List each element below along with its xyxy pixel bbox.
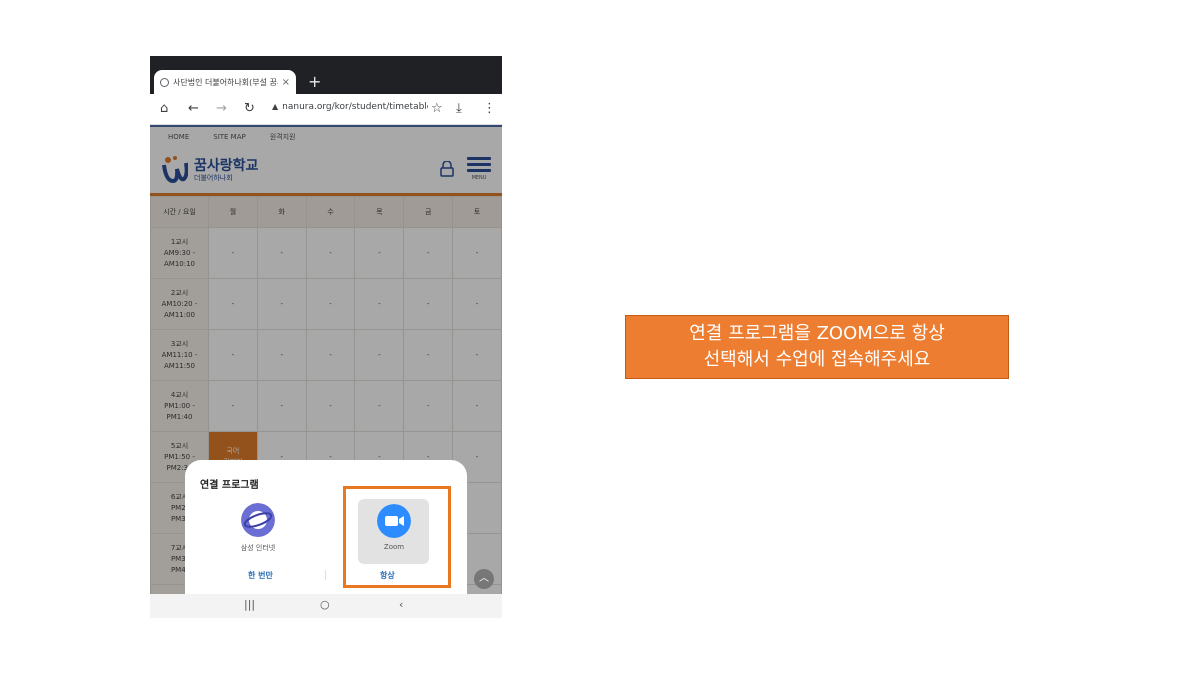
tab-title: 사단법인 더불어하나회(부설 꿈사: [173, 77, 278, 87]
back-icon[interactable]: ←: [188, 100, 199, 118]
just-once-button[interactable]: 한 번만: [248, 570, 273, 581]
android-nav-bar: ||| ○ ‹: [150, 594, 502, 618]
phone-screenshot: 사단법인 더불어하나회(부설 꿈사 × + ⌂ ← → ↻ ▲ nanura.or…: [150, 56, 502, 618]
highlight-box: [343, 486, 451, 588]
bookmark-star-icon[interactable]: ☆: [431, 100, 443, 118]
samsung-internet-label: 삼성 인터넷: [240, 544, 276, 552]
samsung-internet-icon[interactable]: [241, 503, 275, 537]
home-circle-icon[interactable]: ○: [320, 598, 330, 612]
more-menu-icon[interactable]: ⋮: [483, 100, 496, 118]
instruction-callout: 연결 프로그램을 ZOOM으로 항상 선택해서 수업에 접속해주세요: [625, 315, 1009, 379]
callout-line-2: 선택해서 수업에 접속해주세요: [703, 349, 931, 370]
browser-tab-strip: 사단법인 더불어하나회(부설 꿈사 × +: [150, 56, 502, 94]
back-chevron-icon[interactable]: ‹: [399, 598, 403, 612]
address-bar: ⌂ ← → ↻ ▲ nanura.org/kor/student/timetabl…: [150, 94, 502, 125]
tab-close-icon[interactable]: ×: [282, 77, 290, 88]
recent-apps-icon[interactable]: |||: [244, 598, 255, 612]
download-icon[interactable]: ⤓: [456, 100, 462, 118]
globe-icon: [160, 77, 169, 87]
home-icon[interactable]: ⌂: [160, 100, 168, 118]
new-tab-button[interactable]: +: [308, 72, 321, 92]
button-divider: [325, 570, 326, 580]
forward-icon[interactable]: →: [216, 100, 227, 118]
url-text: nanura.org/kor/student/timetable: [282, 102, 428, 112]
sheet-title: 연결 프로그램: [200, 480, 259, 491]
scroll-top-button[interactable]: ︿: [474, 569, 494, 589]
warning-icon: ▲: [272, 102, 279, 111]
url-field[interactable]: ▲ nanura.org/kor/student/timetable: [272, 102, 428, 112]
reload-icon[interactable]: ↻: [244, 100, 255, 118]
browser-tab[interactable]: 사단법인 더불어하나회(부설 꿈사 ×: [154, 70, 296, 94]
callout-line-1: 연결 프로그램을 ZOOM으로 항상: [689, 323, 945, 344]
